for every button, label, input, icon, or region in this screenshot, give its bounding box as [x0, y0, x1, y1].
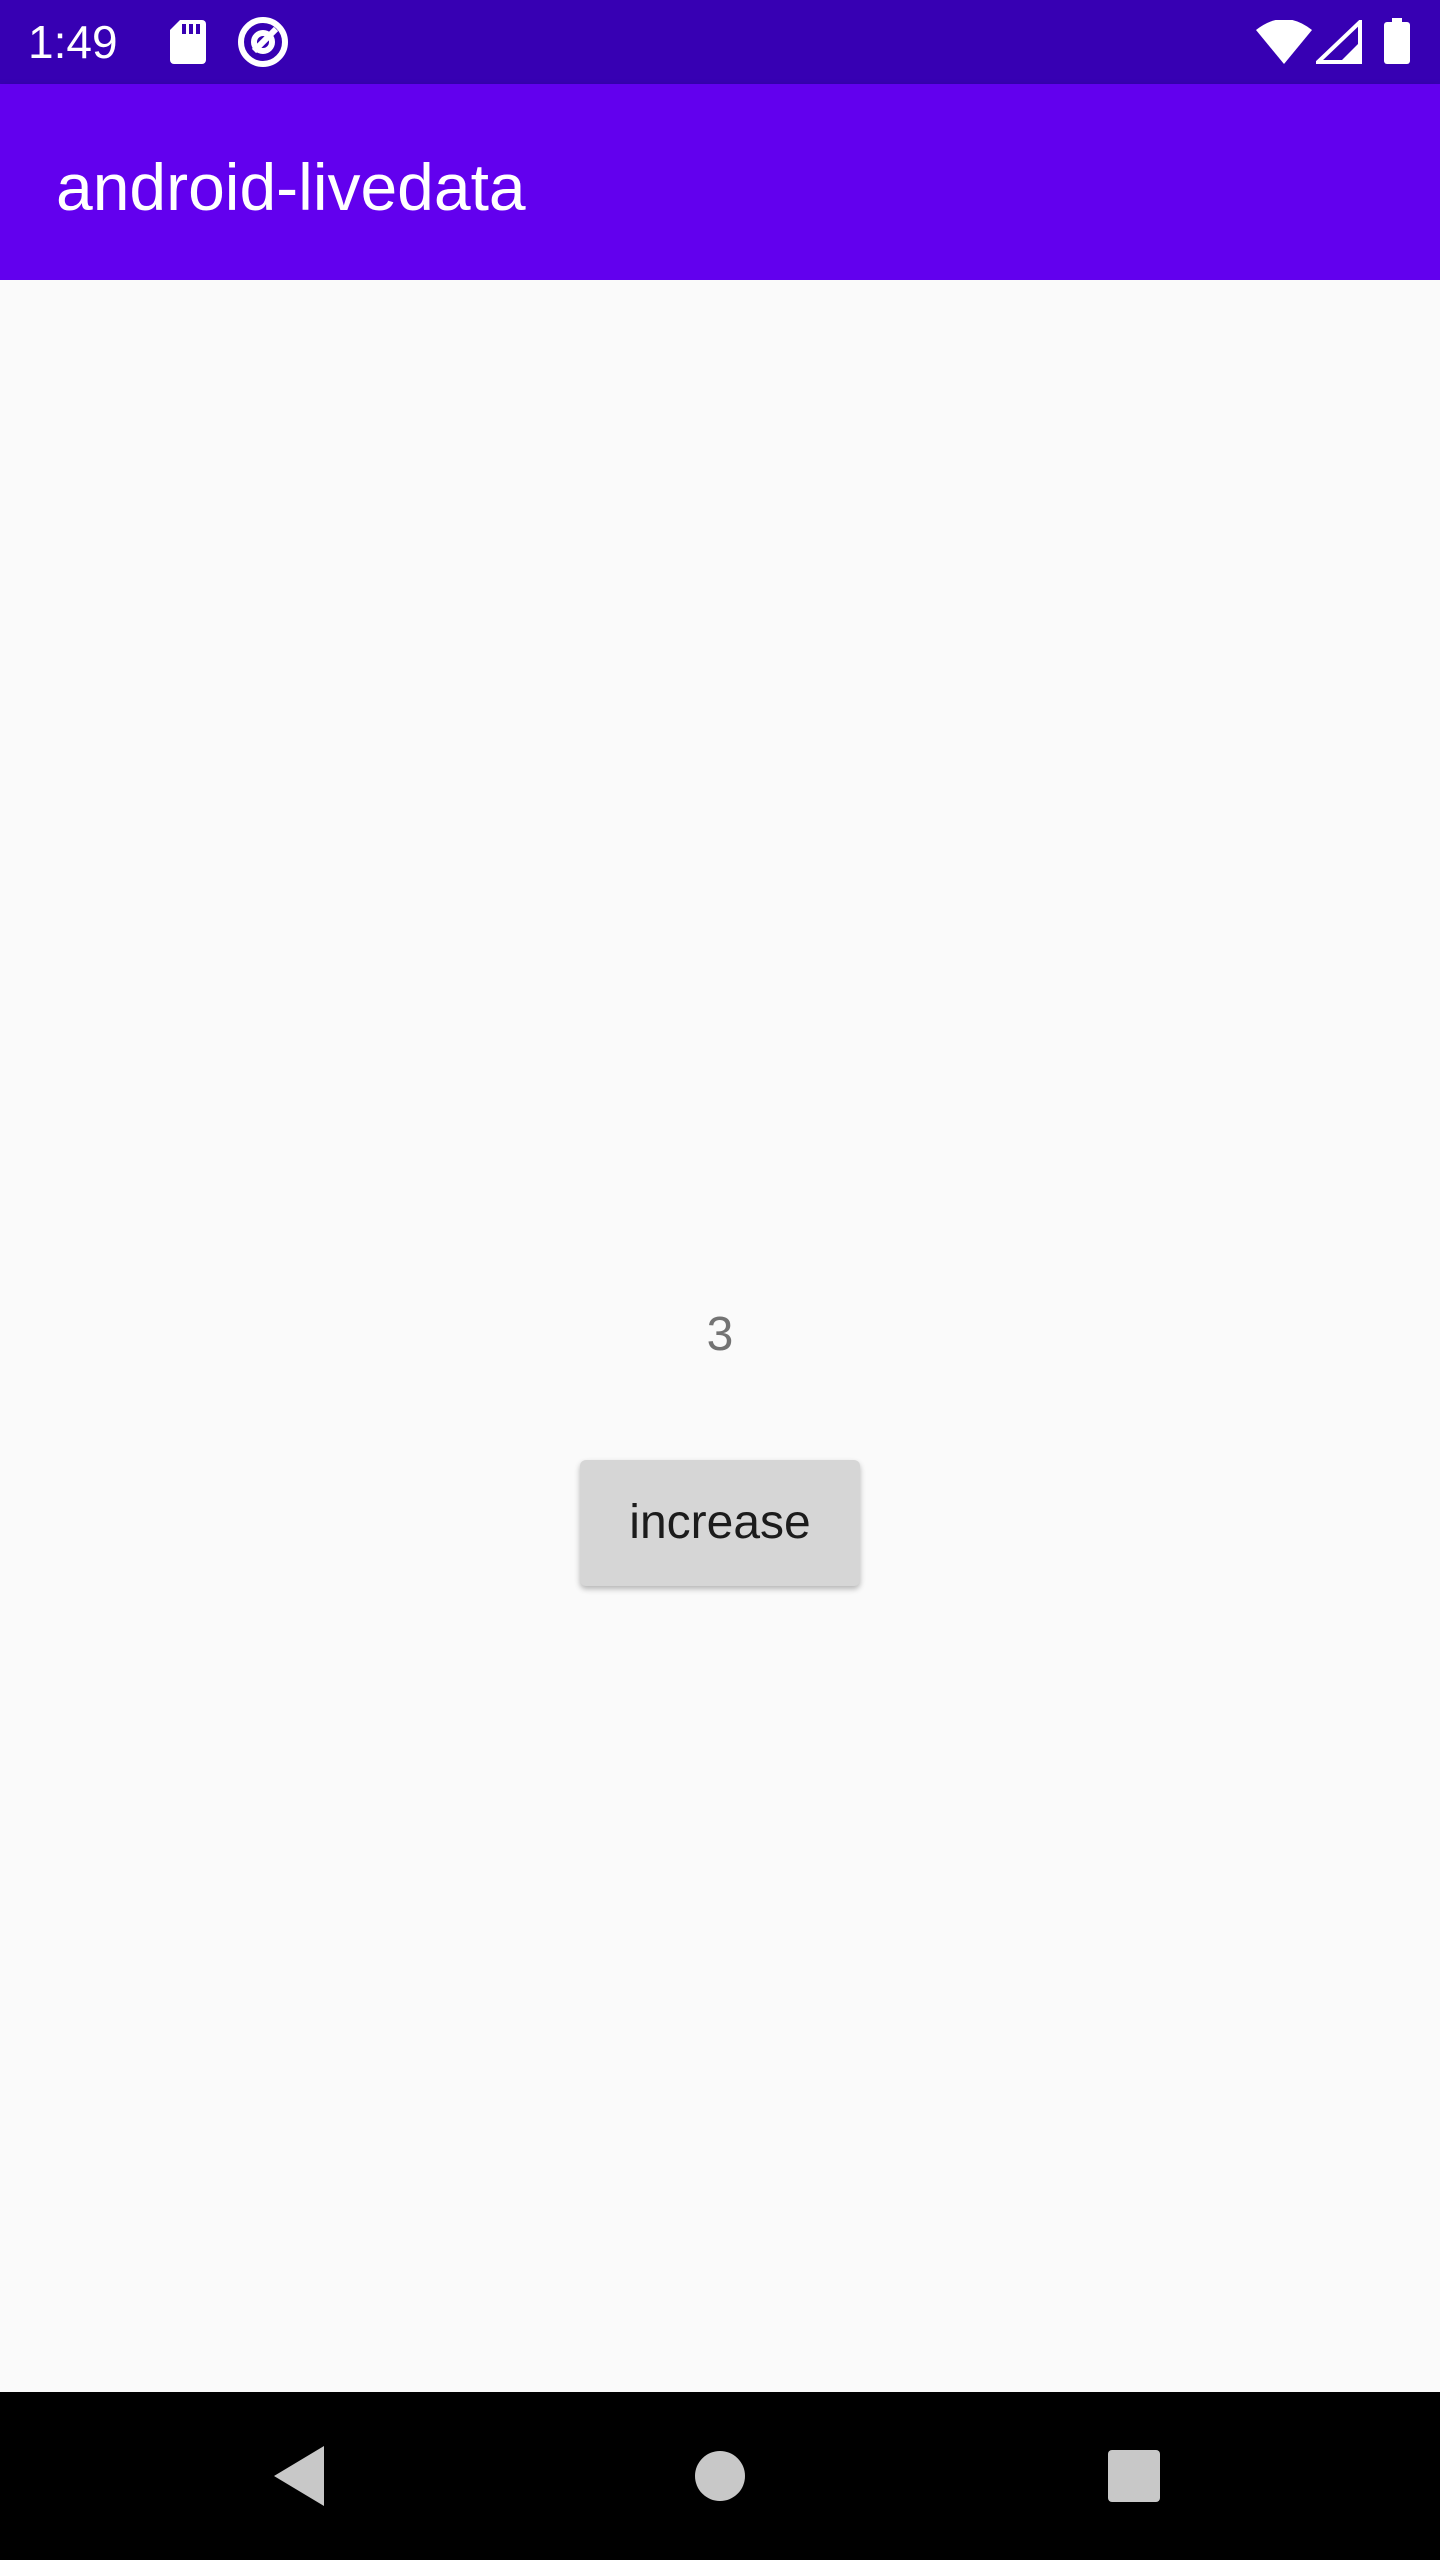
- at-sign-icon: [238, 17, 288, 67]
- increase-button[interactable]: increase: [580, 1460, 860, 1586]
- status-time: 1:49: [28, 16, 118, 68]
- app-title: android-livedata: [56, 150, 526, 224]
- cell-signal-icon: [1316, 20, 1362, 64]
- status-bar: 1:49: [0, 0, 1440, 84]
- home-icon[interactable]: [670, 2426, 770, 2526]
- back-icon[interactable]: [250, 2426, 350, 2526]
- app-bar: android-livedata: [0, 84, 1440, 280]
- wifi-icon: [1256, 20, 1312, 64]
- navigation-bar: [0, 2392, 1440, 2560]
- sd-card-icon: [170, 20, 206, 64]
- counter-value: 3: [706, 1308, 734, 1361]
- recents-icon[interactable]: [1084, 2426, 1184, 2526]
- battery-icon: [1384, 18, 1410, 64]
